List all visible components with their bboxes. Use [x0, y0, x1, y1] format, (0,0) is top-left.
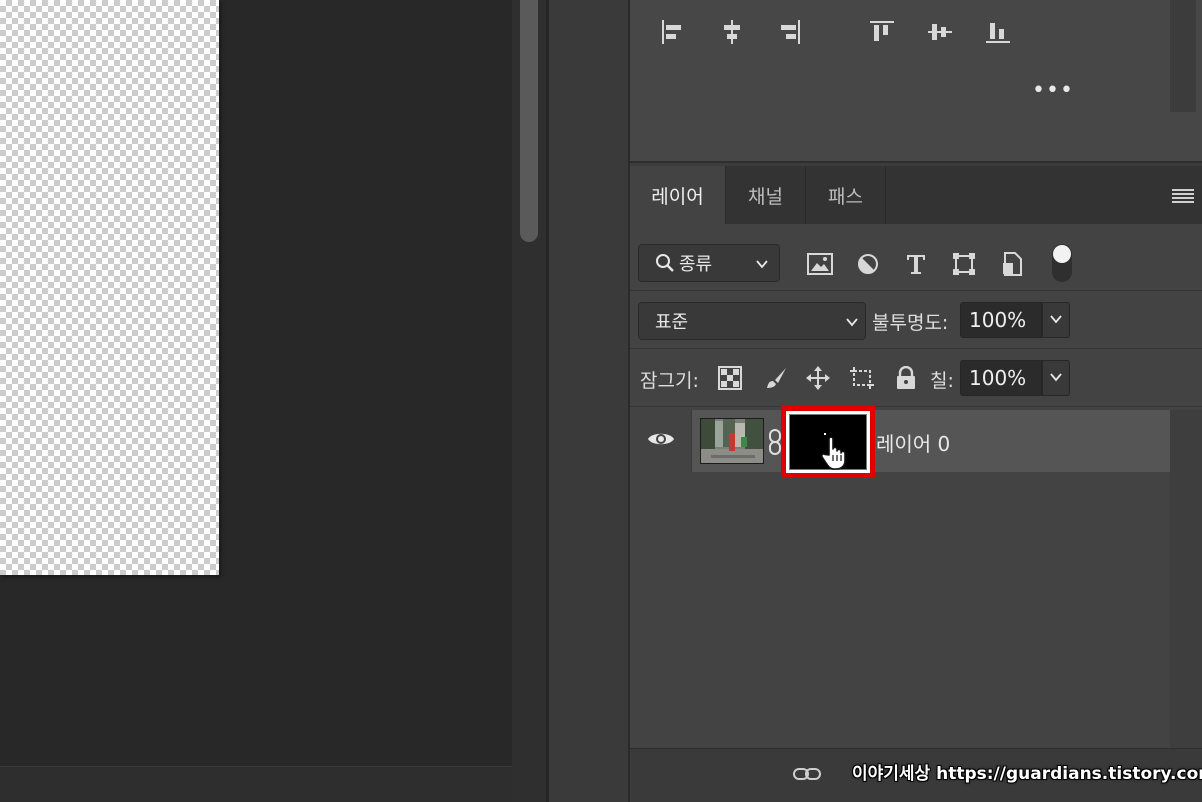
lock-all-icon[interactable]: [892, 364, 920, 392]
blend-mode-value: 표준: [655, 312, 689, 333]
tab-channels[interactable]: 채널: [726, 166, 806, 224]
chevron-down-icon: [755, 255, 769, 276]
tab-paths[interactable]: 패스: [806, 166, 886, 224]
align-top-edges-icon[interactable]: [868, 16, 896, 48]
canvas-area[interactable]: [0, 0, 512, 766]
layer-mask-link-icon[interactable]: [768, 428, 782, 456]
layer-image-thumbnail[interactable]: [700, 418, 764, 464]
opacity-input[interactable]: 100%: [960, 302, 1042, 338]
layers-panel: 종류 표준 불투명도: 100% 잠그기: 칠: 100% 레이어 0: [630, 224, 1202, 748]
layers-panel-scrollbar[interactable]: [1170, 410, 1202, 748]
vertical-scrollbar-thumb[interactable]: [520, 0, 538, 242]
lock-label: 잠그기:: [640, 370, 699, 392]
row-divider: [630, 406, 1202, 407]
fill-input[interactable]: 100%: [960, 360, 1042, 396]
align-horizontal-centers-icon[interactable]: [718, 16, 746, 48]
toggle-knob: [1053, 245, 1071, 263]
panel-menu-icon[interactable]: [1172, 188, 1194, 204]
layer-mask-thumbnail[interactable]: [789, 414, 867, 470]
shape-layer-filter-icon[interactable]: [950, 250, 978, 278]
lock-transparent-pixels-icon[interactable]: [716, 364, 744, 392]
adjustment-layer-filter-icon[interactable]: [854, 250, 882, 278]
search-icon: [655, 253, 675, 273]
opacity-dropdown-button[interactable]: [1042, 302, 1070, 338]
layer-row[interactable]: 레이어 0: [630, 406, 1170, 478]
layer-visibility-toggle[interactable]: [630, 410, 692, 472]
layer-mask-thumbnail-highlight[interactable]: [781, 406, 875, 478]
panel-dock-gap: [546, 0, 628, 802]
layer-name[interactable]: 레이어 0: [876, 428, 950, 457]
align-right-edges-icon[interactable]: [776, 16, 804, 48]
align-panel: •••: [630, 0, 1202, 163]
align-bottom-edges-icon[interactable]: [984, 16, 1012, 48]
hand-pointer-cursor-icon: [820, 433, 850, 471]
right-panel-dock: ••• 레이어 채널 패스 종류 표준 불투명도: 100% 잠그기: 칠: 1…: [628, 0, 1202, 802]
pixel-layer-filter-icon[interactable]: [806, 250, 834, 278]
layers-panel-bottom-bar: 이야기세상 https://guardians.tistory.com: [630, 748, 1202, 802]
type-layer-filter-icon[interactable]: [902, 250, 930, 278]
chevron-down-icon: [1049, 311, 1063, 330]
row-divider: [630, 290, 1202, 291]
blend-mode-select[interactable]: 표준: [638, 302, 866, 340]
more-options-button[interactable]: •••: [1032, 80, 1073, 108]
tab-layers[interactable]: 레이어: [630, 166, 726, 224]
fill-dropdown-button[interactable]: [1042, 360, 1070, 396]
fill-label: 칠:: [930, 370, 954, 392]
layer-filter-toggle[interactable]: [1052, 244, 1072, 282]
lock-image-pixels-icon[interactable]: [762, 364, 790, 392]
row-divider: [630, 348, 1202, 349]
chevron-down-icon: [1049, 369, 1063, 388]
layer-filter-kind-select[interactable]: 종류: [638, 244, 780, 282]
smart-object-filter-icon[interactable]: [998, 250, 1026, 278]
transparent-document-canvas[interactable]: [0, 0, 219, 575]
align-vertical-centers-icon[interactable]: [926, 16, 954, 48]
opacity-label: 불투명도:: [872, 312, 949, 334]
watermark-text: 이야기세상 https://guardians.tistory.com: [852, 764, 1202, 784]
align-panel-scrollbar[interactable]: [1170, 0, 1196, 112]
eye-icon: [647, 430, 675, 452]
filter-kind-label: 종류: [679, 254, 713, 275]
align-left-edges-icon[interactable]: [658, 16, 686, 48]
lock-position-icon[interactable]: [804, 364, 832, 392]
chevron-down-icon: [845, 313, 859, 334]
link-layers-icon[interactable]: [792, 763, 822, 785]
layers-panel-tab-bar: 레이어 채널 패스: [630, 166, 1202, 224]
lock-artboard-icon[interactable]: [848, 364, 876, 392]
horizontal-scrollbar[interactable]: [0, 766, 512, 802]
